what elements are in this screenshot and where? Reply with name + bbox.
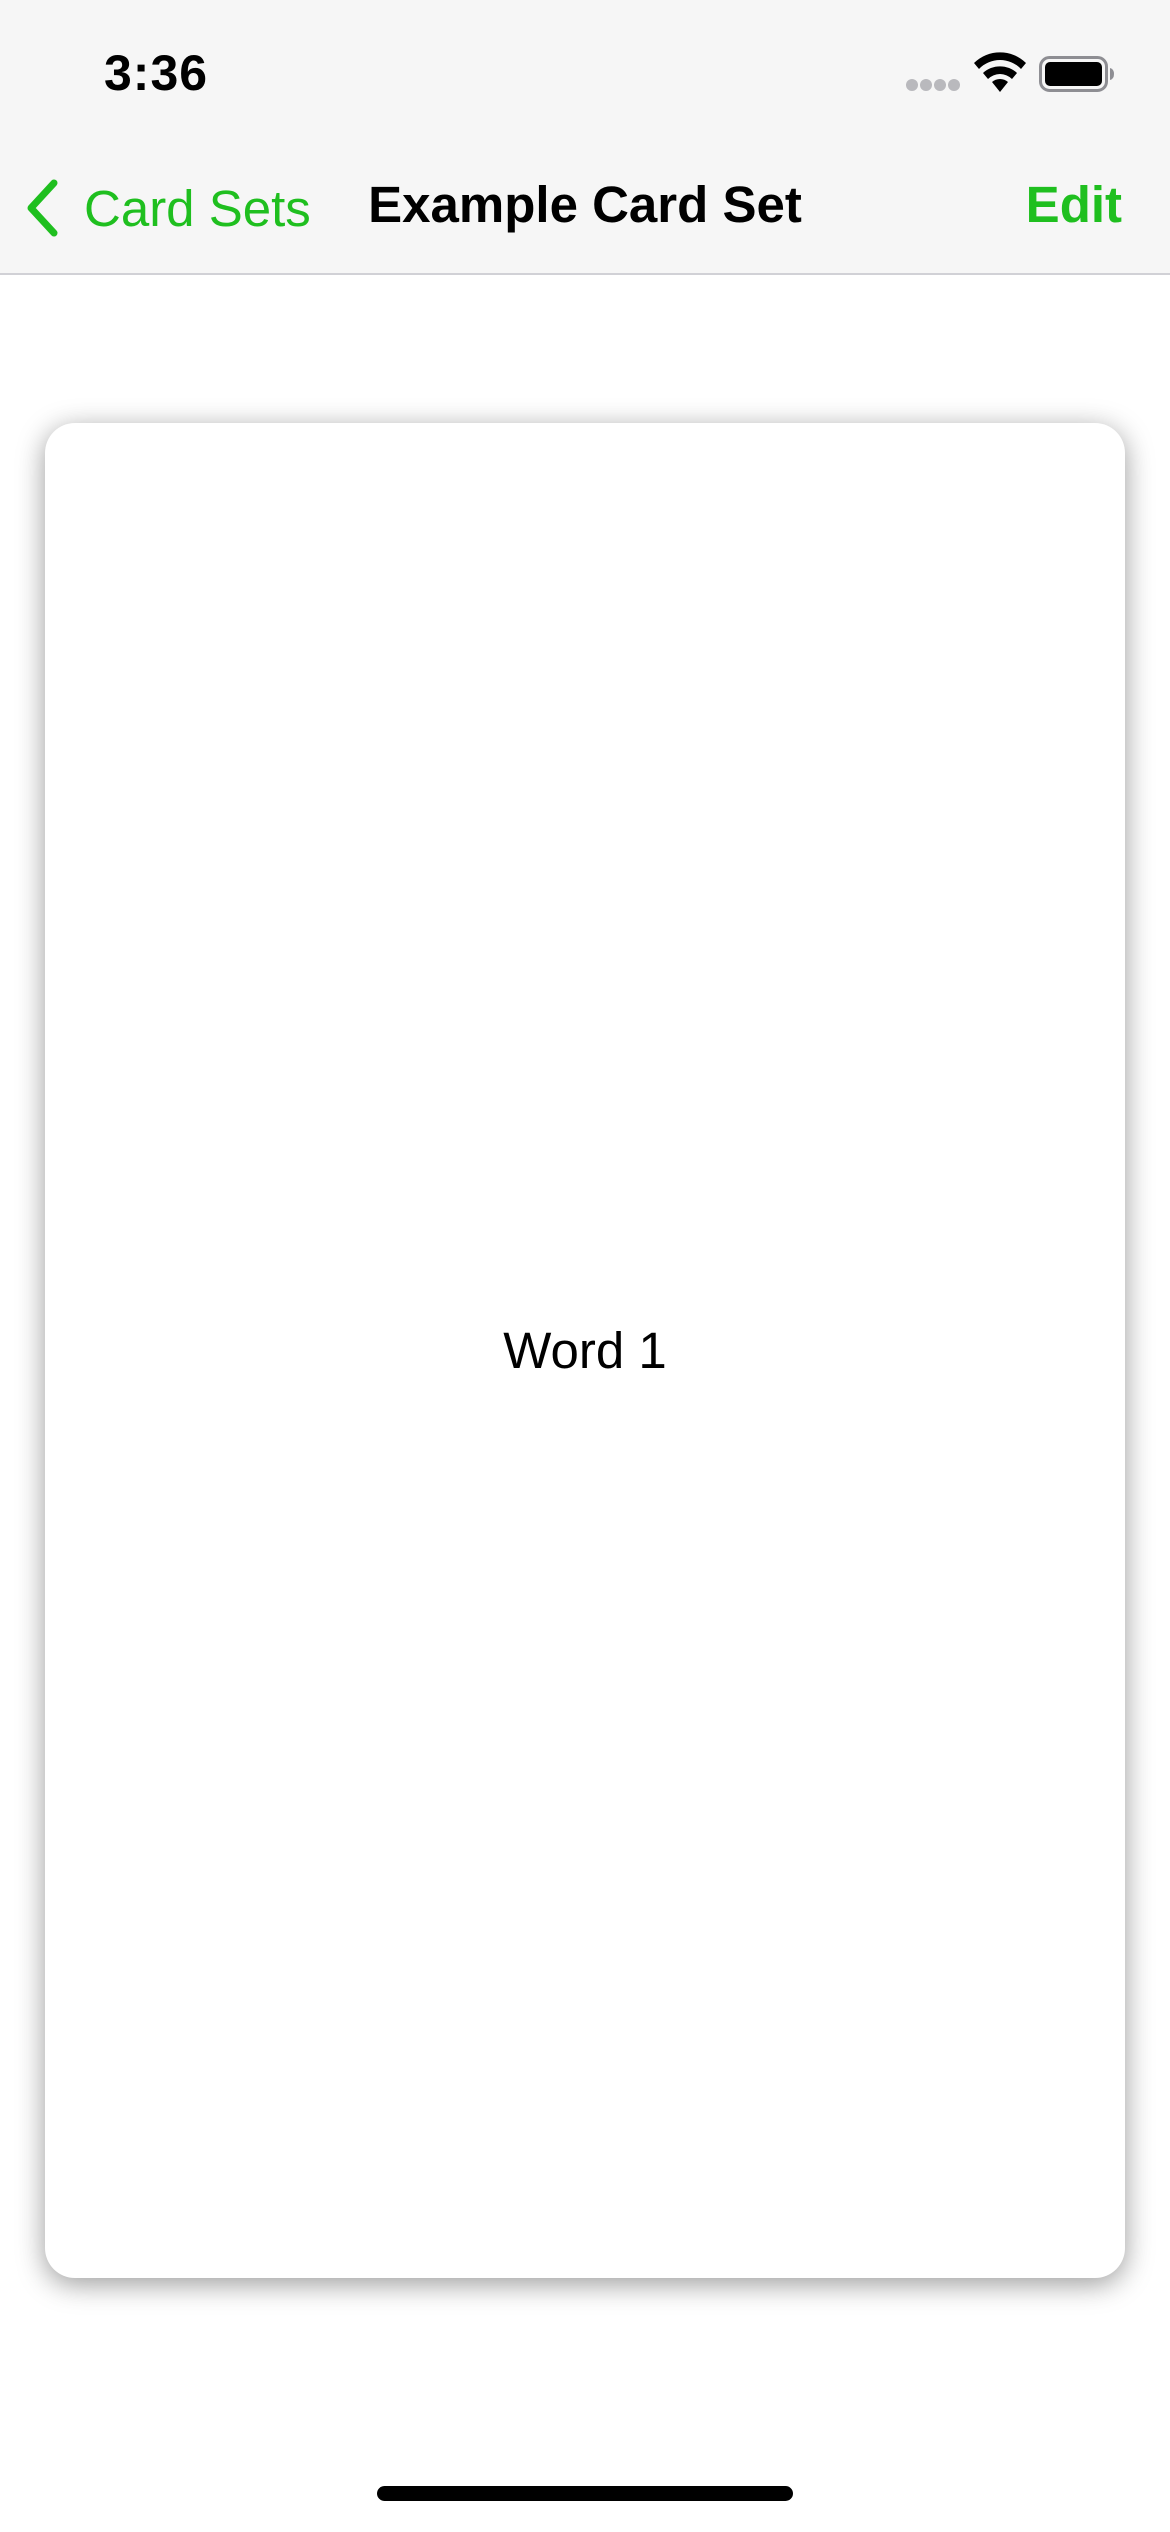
status-bar: 3:36 [0, 0, 1170, 145]
navigation-bar: Card Sets Example Card Set Edit [0, 145, 1170, 273]
cellular-signal-icon [906, 79, 960, 91]
edit-button[interactable]: Edit [1026, 175, 1122, 234]
chevron-left-icon [27, 179, 58, 237]
card-word: Word 1 [503, 1322, 667, 1379]
status-time: 3:36 [104, 45, 209, 101]
top-bars: 3:36 Card Sets Example Card Set Edit [0, 0, 1170, 275]
back-button-label: Card Sets [84, 179, 311, 237]
flashcard[interactable]: Word 1 [45, 423, 1125, 2278]
home-indicator[interactable] [377, 2486, 793, 2501]
battery-icon [1039, 56, 1114, 92]
wifi-icon [974, 52, 1026, 92]
back-button[interactable]: Card Sets [24, 173, 311, 243]
